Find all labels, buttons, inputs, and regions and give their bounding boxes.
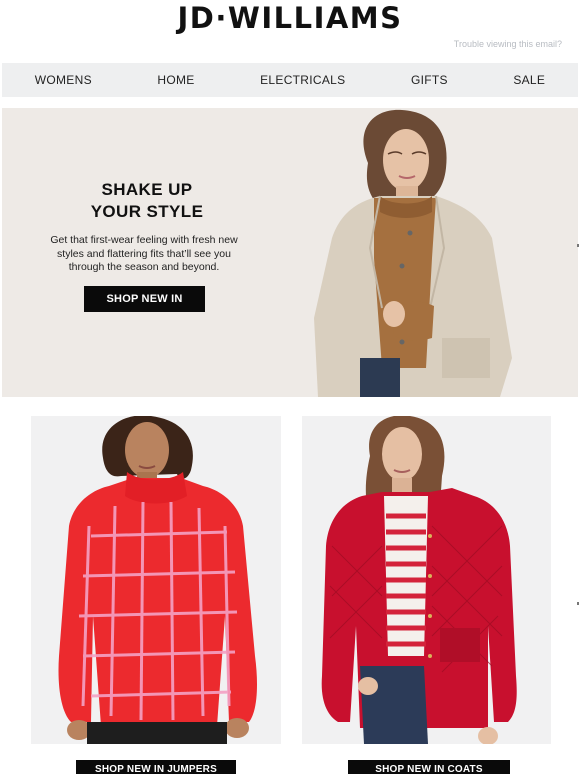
- coat-model-image: [321, 416, 517, 744]
- shop-new-in-coats-button[interactable]: SHOP NEW IN COATS: [348, 760, 510, 774]
- nav-item-womens[interactable]: WOMENS: [35, 73, 92, 87]
- scrollbar-tick: [577, 244, 579, 247]
- nav-item-sale[interactable]: SALE: [513, 73, 545, 87]
- jumper-model-image: [58, 416, 257, 744]
- jumpers-product-tile[interactable]: [31, 416, 281, 744]
- nav-item-home[interactable]: HOME: [157, 73, 194, 87]
- scrollbar-tick: [577, 602, 579, 605]
- trouble-viewing-link[interactable]: Trouble viewing this email?: [454, 39, 562, 49]
- nav-item-gifts[interactable]: GIFTS: [411, 73, 448, 87]
- main-nav: WOMENS HOME ELECTRICALS GIFTS SALE: [2, 63, 578, 97]
- hero-model-image: [314, 109, 512, 397]
- brand-logo[interactable]: JD·WILLIAMS: [0, 0, 580, 36]
- nav-item-electricals[interactable]: ELECTRICALS: [260, 73, 345, 87]
- hero-banner[interactable]: SHAKE UP YOUR STYLE Get that first-wear …: [2, 108, 578, 397]
- coats-product-tile[interactable]: [302, 416, 551, 744]
- shop-new-in-jumpers-button[interactable]: SHOP NEW IN JUMPERS: [76, 760, 236, 774]
